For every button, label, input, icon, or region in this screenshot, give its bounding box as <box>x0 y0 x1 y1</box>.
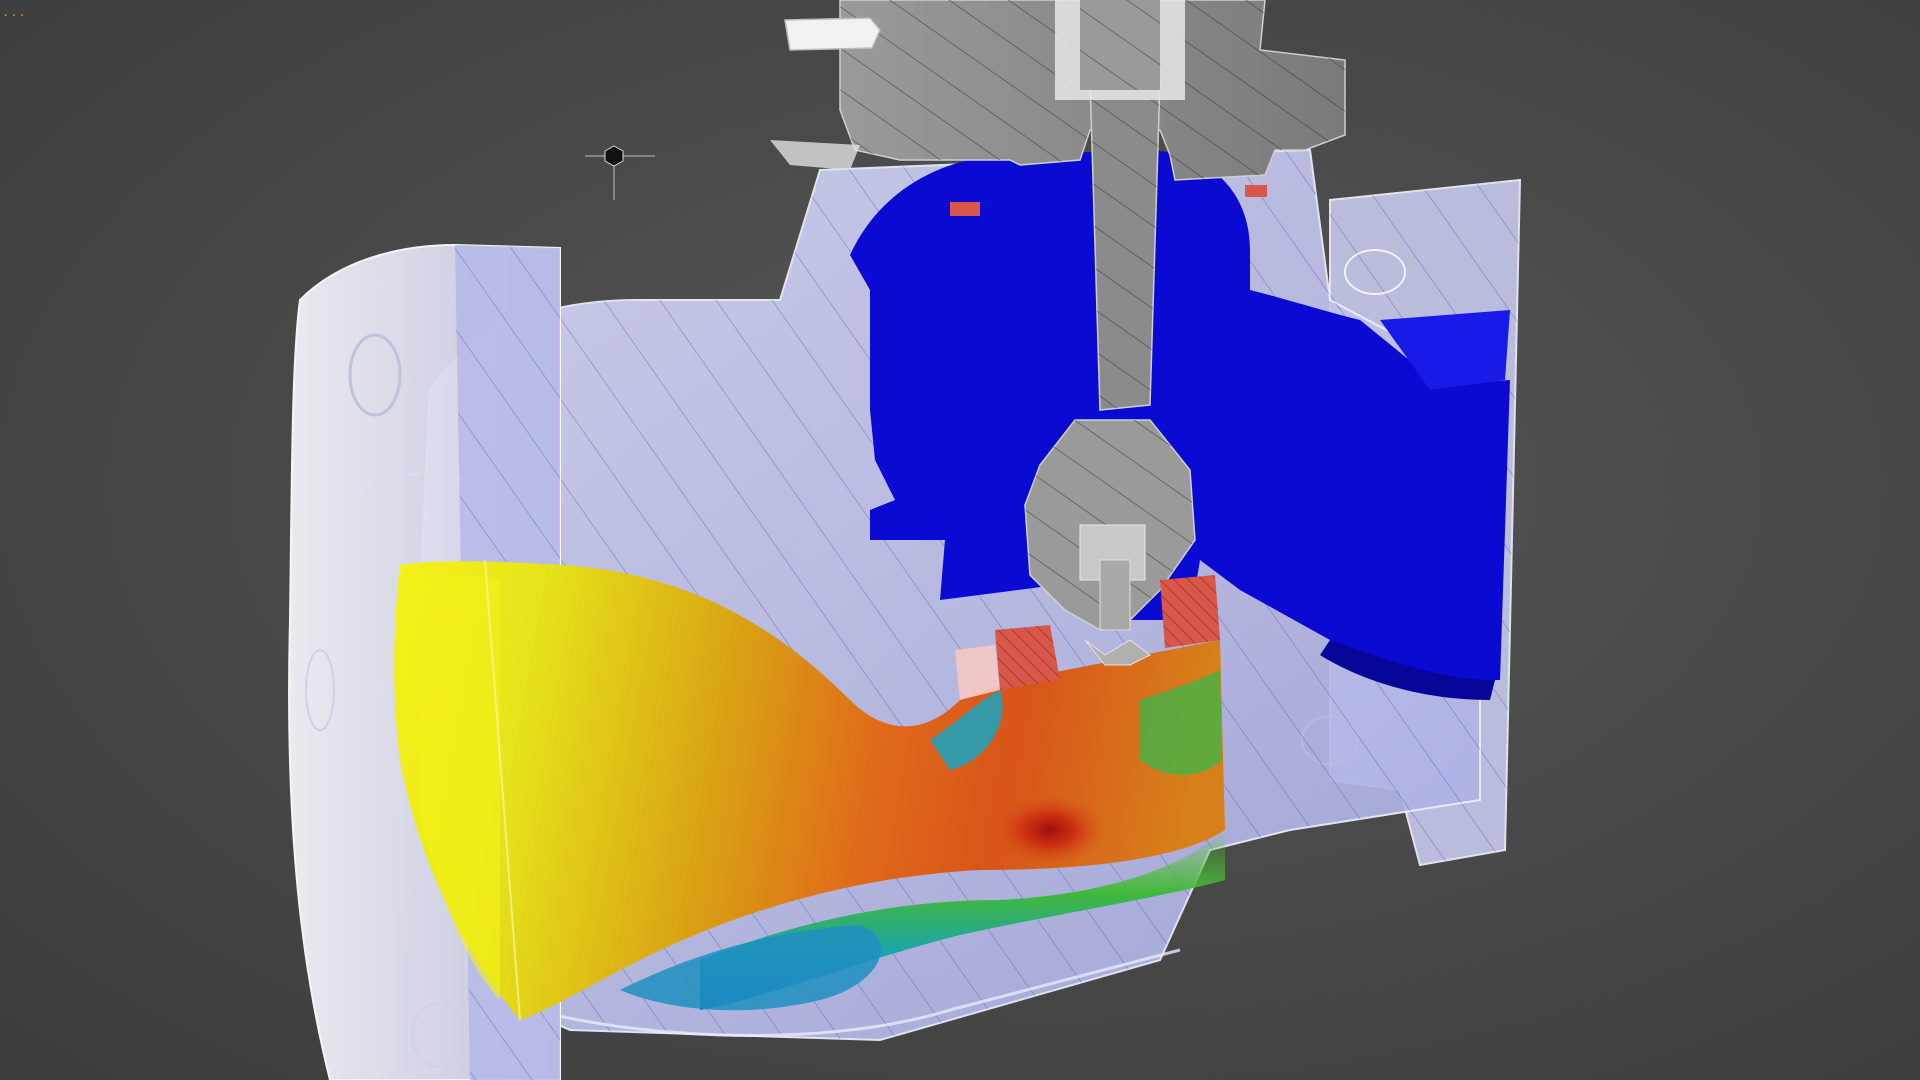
valve-section-render[interactable] <box>0 0 1920 1080</box>
hexagon-pivot-icon[interactable] <box>585 145 655 200</box>
viewport-3d[interactable]: ... <box>0 0 1920 1080</box>
